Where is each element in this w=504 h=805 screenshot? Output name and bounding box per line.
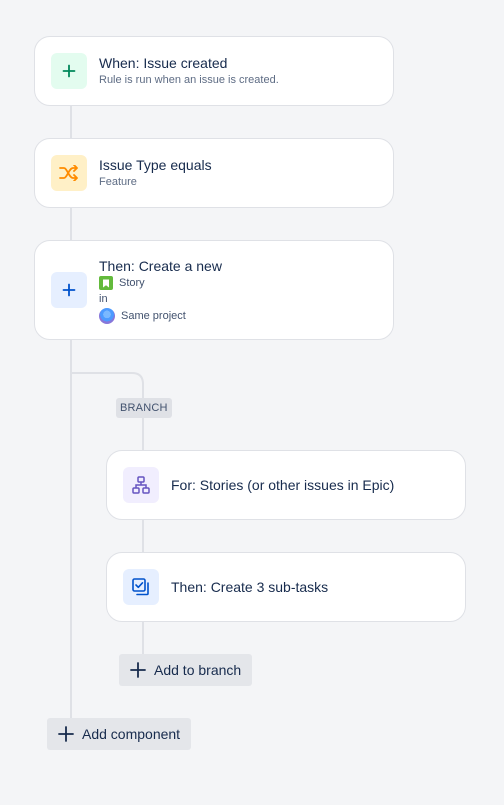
subtasks-icon-box — [123, 569, 159, 605]
action-title: Then: Create a new — [99, 258, 222, 274]
plus-icon — [58, 726, 74, 742]
condition-subtitle: Feature — [99, 176, 137, 188]
action-connector-word: in — [99, 293, 108, 305]
for-title: For: Stories (or other issues in Epic) — [171, 477, 395, 493]
connector-trigger-condition — [70, 104, 72, 140]
plus-icon — [130, 662, 146, 678]
connector-subtasks-add — [142, 620, 144, 656]
branch-subtasks-card[interactable]: Then: Create 3 sub-tasks — [106, 552, 466, 622]
branch-label: BRANCH — [116, 398, 172, 418]
condition-icon-box — [51, 155, 87, 191]
action-project: Same project — [99, 308, 186, 324]
trigger-title: When: Issue created — [99, 55, 228, 71]
connector-condition-action — [70, 206, 72, 242]
for-icon-box — [123, 467, 159, 503]
add-component-label: Add component — [82, 726, 181, 742]
add-to-branch-label: Add to branch — [154, 662, 242, 678]
action-issue-type: Story — [99, 276, 145, 290]
subtask-icon — [132, 578, 149, 596]
story-icon — [99, 276, 113, 290]
project-avatar-icon — [99, 308, 115, 324]
plus-icon — [62, 64, 76, 78]
shuffle-icon — [59, 165, 78, 181]
subtasks-title: Then: Create 3 sub-tasks — [171, 579, 329, 595]
condition-card[interactable]: Issue Type equals Feature — [34, 138, 394, 208]
plus-icon — [62, 283, 76, 297]
condition-title: Issue Type equals — [99, 157, 212, 173]
branch-for-card[interactable]: For: Stories (or other issues in Epic) — [106, 450, 466, 520]
connector-for-subtasks — [142, 518, 144, 554]
issue-type-label: Story — [119, 277, 145, 289]
add-to-branch-button[interactable]: Add to branch — [119, 654, 253, 686]
trigger-subtitle: Rule is run when an issue is created. — [99, 74, 279, 86]
action-icon-box — [51, 272, 87, 308]
trigger-card[interactable]: When: Issue created Rule is run when an … — [34, 36, 394, 106]
action-card[interactable]: Then: Create a new Story in Same project — [34, 240, 394, 340]
project-label: Same project — [121, 310, 186, 322]
trigger-icon-box — [51, 53, 87, 89]
add-component-button[interactable]: Add component — [47, 718, 192, 750]
hierarchy-icon — [132, 476, 150, 494]
